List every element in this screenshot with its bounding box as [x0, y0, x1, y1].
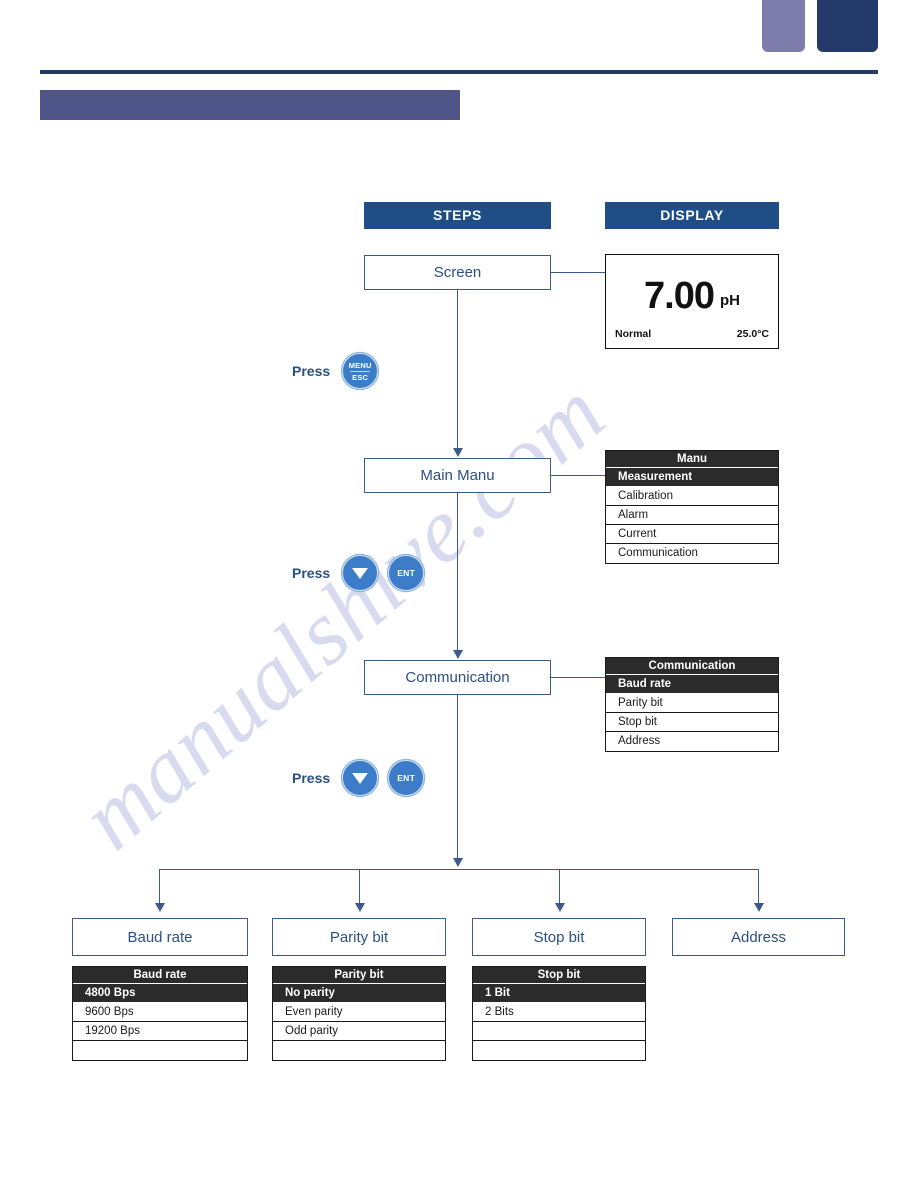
arrowhead-communication [453, 650, 463, 659]
header-divider [40, 70, 878, 74]
menu-esc-button[interactable]: MENU ESC [342, 353, 379, 389]
menu-stop-bit-item-1-bit[interactable]: 1 Bit [473, 984, 645, 1003]
lcd-display-panel: 7.00 pH Normal 25.0°C [605, 254, 779, 349]
lcd-reading: 7.00 pH [606, 275, 778, 318]
arrowhead-bus [453, 858, 463, 867]
column-header-display: DISPLAY [605, 202, 779, 229]
branch-drop-baud [159, 869, 161, 907]
arrowhead-address [754, 903, 764, 912]
menu-baud-rate-title: Baud rate [73, 967, 247, 984]
menu-main: Manu Measurement Calibration Alarm Curre… [605, 450, 779, 564]
branch-bus [159, 869, 759, 871]
menu-main-item-current[interactable]: Current [606, 525, 778, 544]
ent-button-1[interactable]: ENT [388, 555, 425, 591]
menu-baud-rate-item-empty [73, 1041, 247, 1060]
link-screen-to-lcd [551, 272, 607, 274]
menu-stop-bit-title: Stop bit [473, 967, 645, 984]
arrowhead-main-menu [453, 448, 463, 457]
menu-esc-button-bottom-label: ESC [350, 370, 371, 382]
leaf-box-stop-bit[interactable]: Stop bit [472, 918, 646, 956]
press-group-down-ent-2: Press ENT [292, 760, 434, 796]
flow-box-communication-label: Communication [405, 669, 510, 686]
column-header-steps: STEPS [364, 202, 551, 229]
menu-communication-item-parity-bit[interactable]: Parity bit [606, 694, 778, 713]
arrowhead-parity [355, 903, 365, 912]
branch-drop-stop [559, 869, 561, 907]
leaf-box-baud-rate[interactable]: Baud rate [72, 918, 248, 956]
menu-main-title: Manu [606, 451, 778, 468]
leaf-box-baud-rate-label: Baud rate [127, 928, 193, 946]
link-comm-to-menu [551, 677, 607, 679]
menu-parity-bit: Parity bit No parity Even parity Odd par… [272, 966, 446, 1061]
leaf-box-parity-bit[interactable]: Parity bit [272, 918, 446, 956]
connector-screen-to-main [457, 290, 459, 450]
menu-esc-button-top-label: MENU [348, 360, 372, 370]
flow-box-screen[interactable]: Screen [364, 255, 551, 290]
leaf-box-stop-bit-label: Stop bit [533, 928, 585, 946]
flow-box-communication[interactable]: Communication [364, 660, 551, 695]
lcd-reading-value: 7.00 [644, 275, 715, 317]
down-arrow-button-2[interactable] [342, 760, 379, 796]
menu-communication: Communication Baud rate Parity bit Stop … [605, 657, 779, 752]
press-group-down-ent-1: Press ENT [292, 555, 434, 591]
menu-parity-bit-item-even-parity[interactable]: Even parity [273, 1003, 445, 1022]
ent-button-2[interactable]: ENT [388, 760, 425, 796]
menu-baud-rate-item-4800[interactable]: 4800 Bps [73, 984, 247, 1003]
tab-marker-dark [817, 0, 878, 52]
lcd-status-text: Normal [615, 328, 652, 340]
menu-communication-title: Communication [606, 658, 778, 675]
menu-parity-bit-item-empty [273, 1041, 445, 1060]
lcd-reading-unit: pH [719, 292, 740, 309]
menu-parity-bit-title: Parity bit [273, 967, 445, 984]
menu-main-item-alarm[interactable]: Alarm [606, 506, 778, 525]
down-arrow-button-1[interactable] [342, 555, 379, 591]
menu-main-item-calibration[interactable]: Calibration [606, 487, 778, 506]
ent-button-2-label: ENT [397, 773, 416, 783]
arrowhead-baud [155, 903, 165, 912]
press-label-3: Press [292, 770, 331, 786]
leaf-box-address-label: Address [730, 928, 787, 946]
press-label-1: Press [292, 363, 331, 379]
connector-comm-to-bus [457, 695, 459, 861]
menu-communication-item-baud-rate[interactable]: Baud rate [606, 675, 778, 694]
menu-main-item-communication[interactable]: Communication [606, 544, 778, 563]
menu-baud-rate-item-19200[interactable]: 19200 Bps [73, 1022, 247, 1041]
branch-drop-address [758, 869, 760, 907]
chevron-down-icon [352, 567, 369, 579]
leaf-box-parity-bit-label: Parity bit [329, 928, 389, 946]
menu-baud-rate-item-9600[interactable]: 9600 Bps [73, 1003, 247, 1022]
lcd-temperature-text: 25.0°C [736, 328, 769, 340]
section-title-band [40, 90, 460, 120]
arrowhead-stop [555, 903, 565, 912]
press-label-2: Press [292, 565, 331, 581]
chevron-down-icon [352, 772, 369, 784]
menu-communication-item-address[interactable]: Address [606, 732, 778, 751]
menu-parity-bit-item-odd-parity[interactable]: Odd parity [273, 1022, 445, 1041]
menu-baud-rate: Baud rate 4800 Bps 9600 Bps 19200 Bps [72, 966, 248, 1061]
menu-main-item-measurement[interactable]: Measurement [606, 468, 778, 487]
link-main-to-menu [551, 475, 607, 477]
press-group-menu: Press MENU ESC [292, 353, 388, 389]
menu-stop-bit-item-empty-2 [473, 1041, 645, 1060]
tab-marker-light [762, 0, 805, 52]
menu-communication-item-stop-bit[interactable]: Stop bit [606, 713, 778, 732]
menu-parity-bit-item-no-parity[interactable]: No parity [273, 984, 445, 1003]
branch-drop-parity [359, 869, 361, 907]
menu-stop-bit: Stop bit 1 Bit 2 Bits [472, 966, 646, 1061]
menu-stop-bit-item-2-bits[interactable]: 2 Bits [473, 1003, 645, 1022]
leaf-box-address[interactable]: Address [672, 918, 845, 956]
flow-box-main-menu[interactable]: Main Manu [364, 458, 551, 493]
flow-box-main-menu-label: Main Manu [420, 467, 495, 484]
ent-button-1-label: ENT [397, 568, 416, 578]
connector-main-to-comm [457, 493, 459, 653]
menu-stop-bit-item-empty-1 [473, 1022, 645, 1041]
watermark: manualshive.com [70, 360, 830, 920]
flow-box-screen-label: Screen [433, 264, 482, 281]
